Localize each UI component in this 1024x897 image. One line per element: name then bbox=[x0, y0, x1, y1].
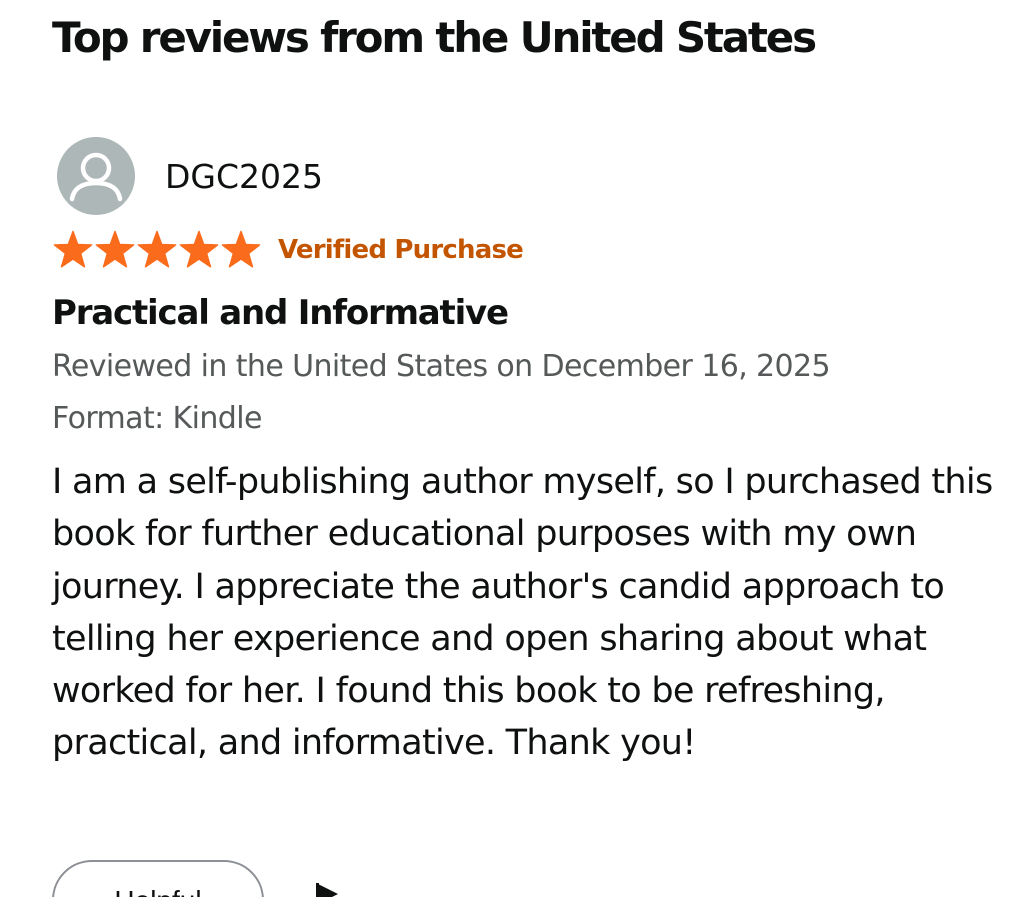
section-title: Top reviews from the United States bbox=[52, 13, 817, 62]
reviewer-profile[interactable]: DGC2025 bbox=[57, 137, 323, 215]
star-icon bbox=[221, 230, 261, 268]
user-silhouette-icon bbox=[57, 137, 135, 215]
star-icon bbox=[137, 230, 177, 268]
helpful-button[interactable]: Helpful bbox=[52, 860, 264, 897]
review-body: I am a self-publishing author myself, so… bbox=[52, 462, 993, 764]
star-icon bbox=[53, 230, 93, 268]
star-icon bbox=[179, 230, 219, 268]
flag-icon[interactable] bbox=[310, 880, 344, 897]
review-title[interactable]: Practical and Informative bbox=[52, 289, 509, 337]
reviewer-name: DGC2025 bbox=[165, 156, 324, 196]
review-date: Reviewed in the United States on Decembe… bbox=[52, 349, 831, 384]
star-icon bbox=[95, 230, 135, 268]
review-format[interactable]: Format: Kindle bbox=[52, 397, 262, 441]
star-rating[interactable] bbox=[52, 230, 262, 270]
rating-row: Verified Purchase bbox=[52, 230, 524, 270]
verified-purchase-badge: Verified Purchase bbox=[278, 235, 524, 265]
